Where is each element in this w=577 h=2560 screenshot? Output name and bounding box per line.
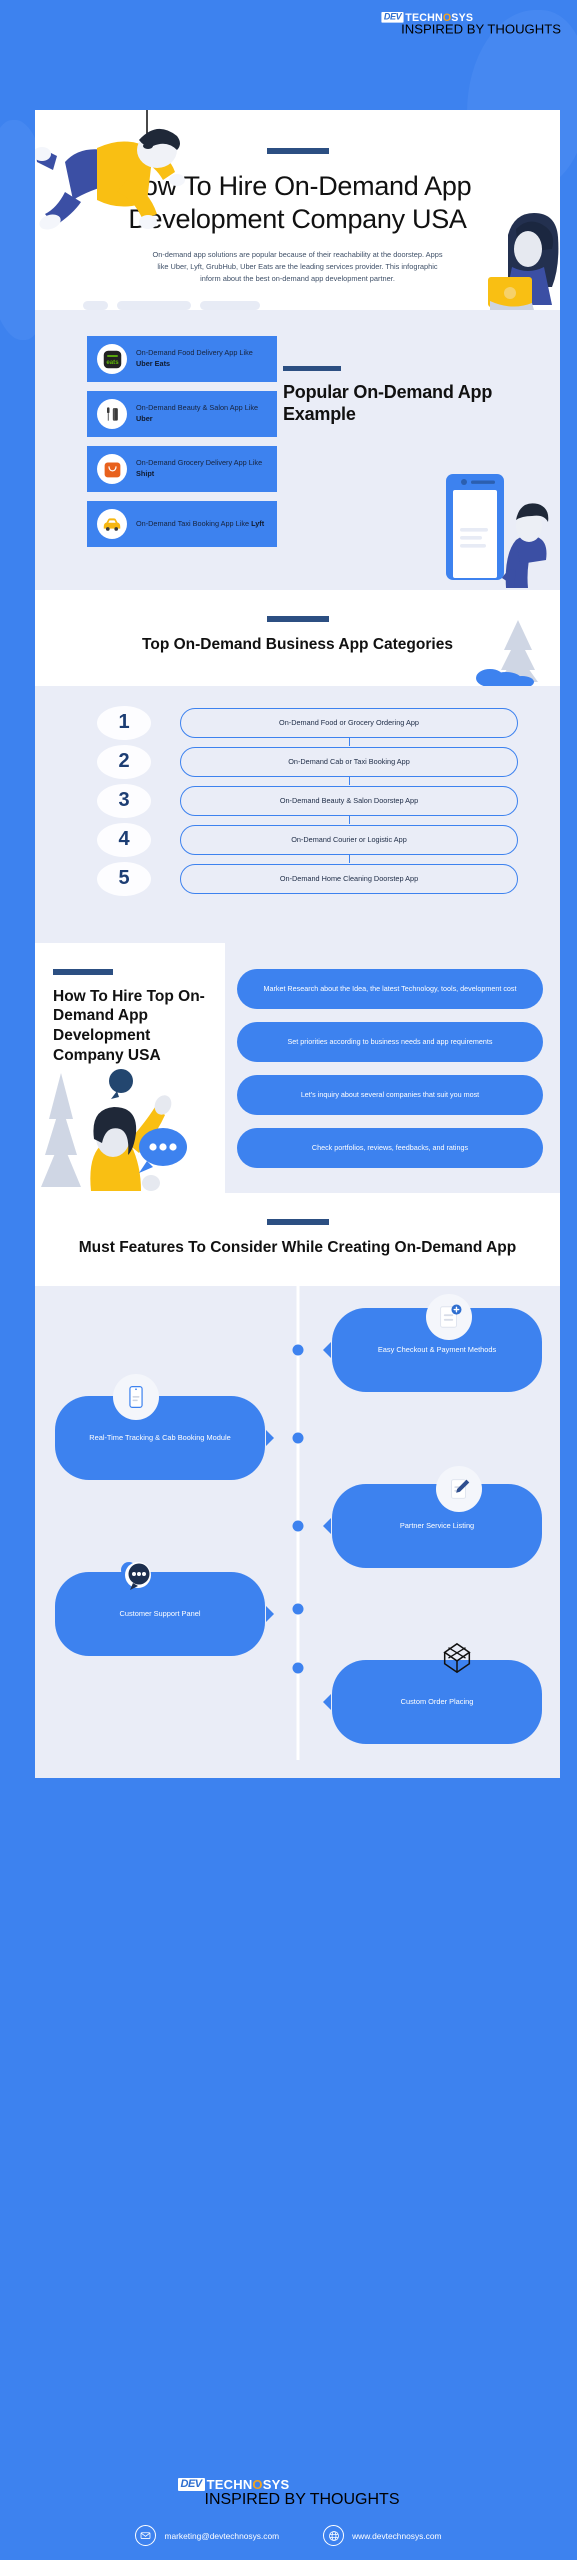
footer-email-text: marketing@devtechnosys.com <box>164 2530 280 2541</box>
feature-row: Customer Support Panel <box>35 1561 560 1656</box>
footer-website[interactable]: www.devtechnosys.com <box>323 2525 442 2546</box>
popular-examples-section: eats On-Demand Food Delivery App Like Ub… <box>35 310 560 591</box>
category-number-badge: 2 <box>97 744 151 779</box>
timeline-dot <box>292 1520 303 1532</box>
features-title-section: Must Features To Consider While Creating… <box>35 1192 560 1286</box>
how-to-hire-section: How To Hire Top On-Demand App Developmen… <box>35 942 560 1193</box>
feature-row: Partner Service Listing <box>35 1465 560 1568</box>
feature-row: Custom Order Placing <box>35 1642 560 1744</box>
categories-accent-rule <box>266 616 329 623</box>
feature-row: Easy Checkout & Payment Methods <box>35 1293 560 1392</box>
app-example-label: On-Demand Taxi Booking App Like Lyft <box>136 518 265 528</box>
category-row: 4 On-Demand Courier or Logistic App <box>35 822 560 863</box>
footer-email[interactable]: marketing@devtechnosys.com <box>135 2525 279 2546</box>
smartphone-icon <box>113 1373 159 1420</box>
app-example-card-taxi[interactable]: On-Demand Taxi Booking App Like Lyft <box>87 501 277 548</box>
taxi-car-icon <box>97 509 127 540</box>
open-box-icon <box>434 1636 480 1682</box>
features-section: Easy Checkout & Payment Methods Real-Tim… <box>35 1285 560 1778</box>
document-pen-icon <box>436 1465 482 1512</box>
tree-cloud-decoration <box>476 619 538 686</box>
woman-with-tablet-illustration <box>488 213 559 311</box>
document-plus-icon <box>426 1293 472 1340</box>
category-pill[interactable]: On-Demand Home Cleaning Doorstep App <box>180 863 518 894</box>
footer-logo: DEV TECHNOSYS INSPIRED BY THOUGHTS <box>177 2477 400 2509</box>
timeline-dot <box>292 1603 303 1615</box>
hero-description: On-demand app solutions are popular beca… <box>152 250 443 284</box>
examples-heading-block: Popular On-Demand App Example <box>277 366 560 426</box>
feature-row: Real-Time Tracking & Cab Booking Module <box>35 1373 560 1480</box>
category-number-badge: 5 <box>97 861 151 896</box>
footer-logo-tagline: INSPIRED BY THOUGHTS <box>204 2491 400 2508</box>
category-row: 2 On-Demand Cab or Taxi Booking App <box>35 744 560 785</box>
woman-waving-illustration <box>41 1068 187 1191</box>
flying-man-illustration <box>35 110 185 230</box>
uber-eats-icon: eats <box>97 344 127 375</box>
category-pill[interactable]: On-Demand Courier or Logistic App <box>180 824 518 863</box>
svg-text:eats: eats <box>106 359 119 366</box>
hero-section: How To Hire On-Demand App Development Co… <box>35 110 560 311</box>
hire-step-pill[interactable]: Let's inquiry about several companies th… <box>237 1074 543 1115</box>
app-example-label: On-Demand Grocery Delivery App Like Ship… <box>136 458 263 479</box>
infographic-page: DEV TECHNOSYS INSPIRED BY THOUGHTS How T… <box>0 0 577 2560</box>
globe-icon <box>323 2525 345 2546</box>
feature-bubble[interactable]: Custom Order Placing <box>332 1659 542 1744</box>
hire-heading: How To Hire Top On-Demand App Developmen… <box>53 987 205 1064</box>
timeline-dot <box>292 1432 303 1444</box>
beauty-salon-icon <box>97 399 127 430</box>
app-example-card-beauty[interactable]: On-Demand Beauty & Salon App Like Uber <box>87 391 277 438</box>
app-example-card-list: eats On-Demand Food Delivery App Like Ub… <box>87 336 277 556</box>
examples-accent-rule <box>283 366 341 372</box>
category-pill[interactable]: On-Demand Cab or Taxi Booking App <box>180 746 518 785</box>
chat-bubbles-icon <box>113 1552 159 1598</box>
hire-steps-list: Market Research about the Idea, the late… <box>225 943 560 1193</box>
hire-step-pill[interactable]: Set priorities according to business nee… <box>237 1021 543 1062</box>
footer-website-text: www.devtechnosys.com <box>352 2530 442 2541</box>
app-example-label: On-Demand Food Delivery App Like Uber Ea… <box>136 348 253 369</box>
category-row: 3 On-Demand Beauty & Salon Doorstep App <box>35 783 560 824</box>
content-column: How To Hire On-Demand App Development Co… <box>35 0 560 2560</box>
hire-step-pill[interactable]: Check portfolios, reviews, feedbacks, an… <box>237 1127 543 1168</box>
examples-heading: Popular On-Demand App Example <box>283 382 493 425</box>
category-pill[interactable]: On-Demand Food or Grocery Ordering App <box>180 707 518 746</box>
features-heading: Must Features To Consider While Creating… <box>78 1238 517 1256</box>
hire-step-pill[interactable]: Market Research about the Idea, the late… <box>237 968 543 1009</box>
footer-logo-tech-text: TECHN <box>206 2477 253 2492</box>
app-example-card-food[interactable]: eats On-Demand Food Delivery App Like Ub… <box>87 336 277 383</box>
app-example-label: On-Demand Beauty & Salon App Like Uber <box>136 403 259 424</box>
category-number-badge: 4 <box>97 822 151 857</box>
grocery-bag-icon <box>97 454 127 485</box>
category-row: 1 On-Demand Food or Grocery Ordering App <box>35 705 560 746</box>
placeholder-bar <box>200 301 260 311</box>
placeholder-bar <box>83 301 108 311</box>
footer-logo-o-text: O <box>252 2477 263 2492</box>
category-number-badge: 3 <box>97 783 151 818</box>
hero-accent-rule <box>266 148 329 154</box>
timeline-dot <box>292 1662 303 1674</box>
category-number-badge: 1 <box>97 705 151 740</box>
feature-bubble[interactable]: Real-Time Tracking & Cab Booking Module <box>55 1395 265 1480</box>
how-to-hire-heading-block: How To Hire Top On-Demand App Developmen… <box>35 942 225 1193</box>
footer-logo-sys-text: SYS <box>262 2477 290 2492</box>
category-row: 5 On-Demand Home Cleaning Doorstep App <box>35 861 560 896</box>
footer-contacts: marketing@devtechnosys.com www.devtechno… <box>135 2525 442 2546</box>
feature-bubble[interactable]: Customer Support Panel <box>55 1571 265 1656</box>
categories-list-section: 1 On-Demand Food or Grocery Ordering App… <box>35 685 560 943</box>
man-with-phone-illustration <box>446 474 549 589</box>
envelope-icon <box>135 2525 157 2546</box>
categories-title-section: Top On-Demand Business App Categories <box>35 590 560 686</box>
footer-logo-dev-text: DEV <box>177 2478 205 2491</box>
app-example-card-grocery[interactable]: On-Demand Grocery Delivery App Like Ship… <box>87 446 277 493</box>
category-pill[interactable]: On-Demand Beauty & Salon Doorstep App <box>180 785 518 824</box>
footer: DEV TECHNOSYS INSPIRED BY THOUGHTS marke… <box>0 2464 577 2560</box>
timeline-dot <box>292 1344 303 1356</box>
placeholder-bar <box>117 301 191 311</box>
hire-accent-rule <box>53 968 113 975</box>
features-accent-rule <box>266 1218 329 1225</box>
